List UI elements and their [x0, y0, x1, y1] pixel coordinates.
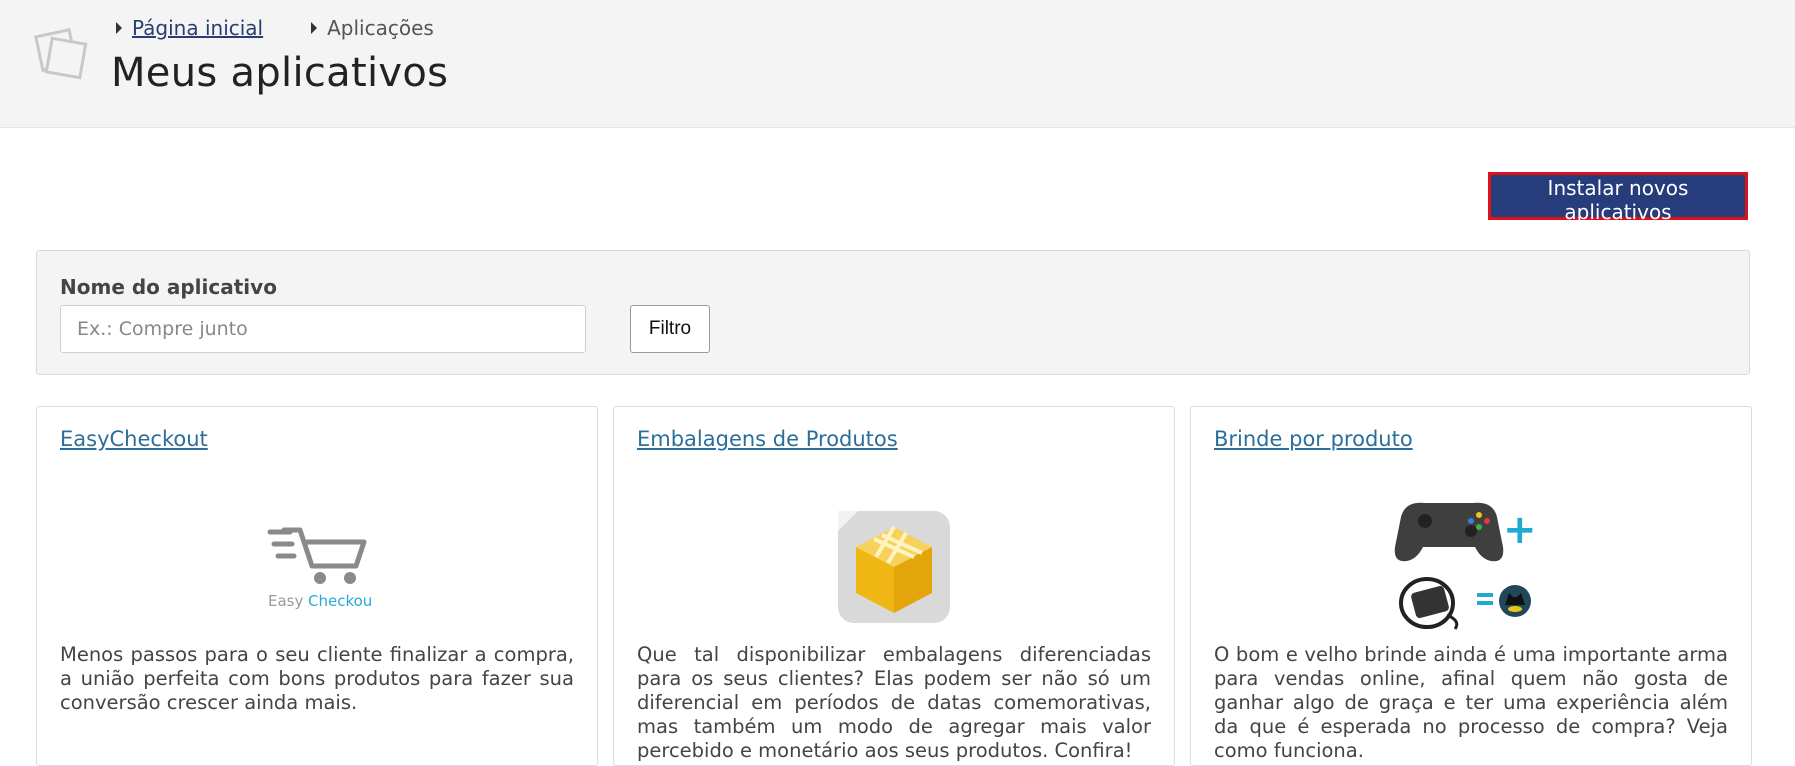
app-card: EasyCheckout Easy Checkout Menos passos … — [36, 406, 598, 766]
easycheckout-logo-text-b: Checkout — [308, 592, 372, 610]
app-title-link[interactable]: Brinde por produto — [1214, 427, 1413, 451]
app-description: Que tal disponibilizar embalagens difere… — [637, 643, 1151, 762]
breadcrumb-item-home: Página inicial — [116, 16, 263, 40]
pages-icon — [34, 28, 88, 80]
app-title-link[interactable]: Embalagens de Produtos — [637, 427, 898, 451]
breadcrumb-current-label: Aplicações — [327, 16, 434, 40]
page-header: Página inicial Aplicações Meus aplicativ… — [0, 0, 1795, 128]
gift-box-icon — [838, 511, 950, 623]
filter-label: Nome do aplicativo — [60, 275, 277, 299]
plus-icon: + — [1503, 507, 1537, 553]
app-title-link[interactable]: EasyCheckout — [60, 427, 208, 451]
app-description: Menos passos para o seu cliente finaliza… — [60, 643, 574, 714]
app-name-input[interactable] — [60, 305, 586, 353]
app-card: Embalagens de Produtos Que tal disponibi… — [613, 406, 1175, 766]
filter-panel: Nome do aplicativo Filtro — [36, 250, 1750, 375]
install-apps-button[interactable]: Instalar novos aplicativos — [1488, 172, 1748, 224]
breadcrumb-home-link[interactable]: Página inicial — [132, 16, 263, 40]
app-description: O bom e velho brinde ainda é uma importa… — [1214, 643, 1728, 762]
caret-right-icon — [311, 22, 318, 34]
easycheckout-logo-text-a: Easy — [268, 592, 303, 610]
app-image: + — [1191, 497, 1751, 637]
app-image — [614, 497, 1174, 637]
filter-button[interactable]: Filtro — [630, 305, 710, 353]
breadcrumb: Página inicial Aplicações — [116, 16, 482, 40]
page-title: Meus aplicativos — [111, 50, 449, 96]
app-card: Brinde por produto + O bom e velho brind… — [1190, 406, 1752, 766]
caret-right-icon — [116, 22, 122, 34]
gamepad-gift-icon: + — [1394, 502, 1537, 630]
breadcrumb-item-current: Aplicações — [311, 16, 434, 40]
shopping-cart-icon: Easy Checkout — [267, 527, 372, 610]
app-image: Easy Checkout — [37, 497, 597, 637]
